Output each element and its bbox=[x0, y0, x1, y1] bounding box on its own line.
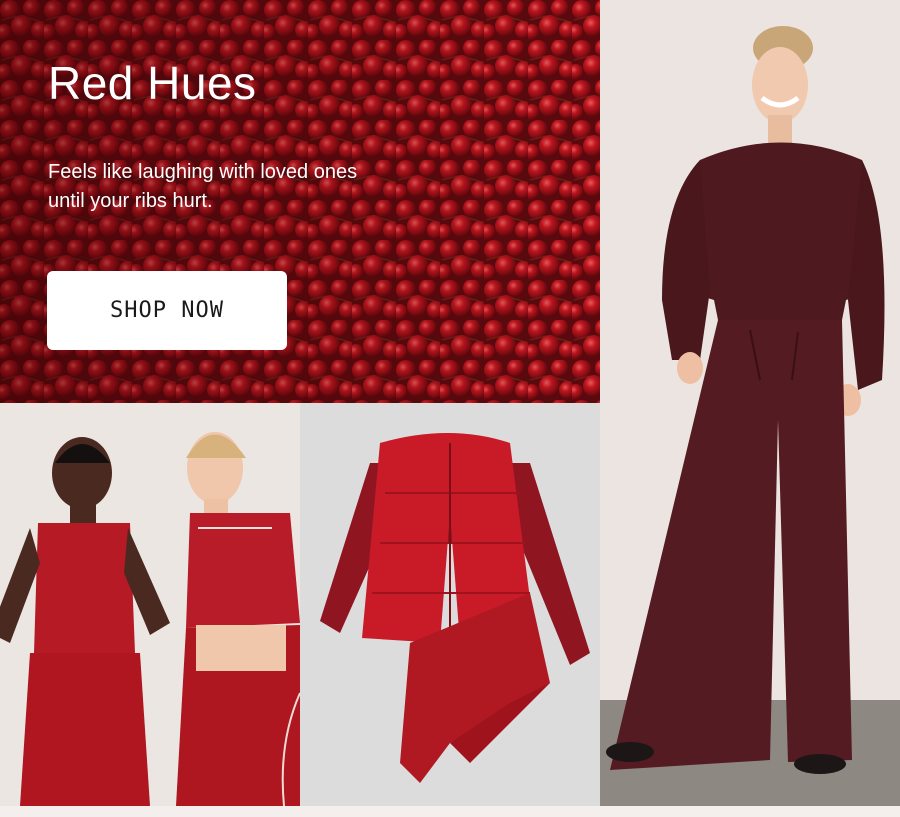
shop-now-button[interactable]: SHOP NOW bbox=[47, 271, 287, 350]
bottom-divider bbox=[0, 806, 900, 817]
flatlay-photo[interactable] bbox=[300, 403, 600, 806]
two-women-image bbox=[0, 403, 300, 806]
hero-subtitle: Feels like laughing with loved ones unti… bbox=[48, 161, 358, 212]
promo-email: Red Hues Feels like laughing with loved … bbox=[0, 0, 900, 817]
model-photo[interactable] bbox=[600, 0, 900, 806]
red-vest-leggings-image bbox=[300, 403, 600, 806]
women-activewear-photo[interactable] bbox=[0, 403, 300, 806]
hero-banner: Red Hues Feels like laughing with loved … bbox=[0, 0, 600, 403]
hero-title: Red Hues bbox=[48, 57, 257, 109]
woman-burgundy-outfit-image bbox=[600, 0, 900, 806]
